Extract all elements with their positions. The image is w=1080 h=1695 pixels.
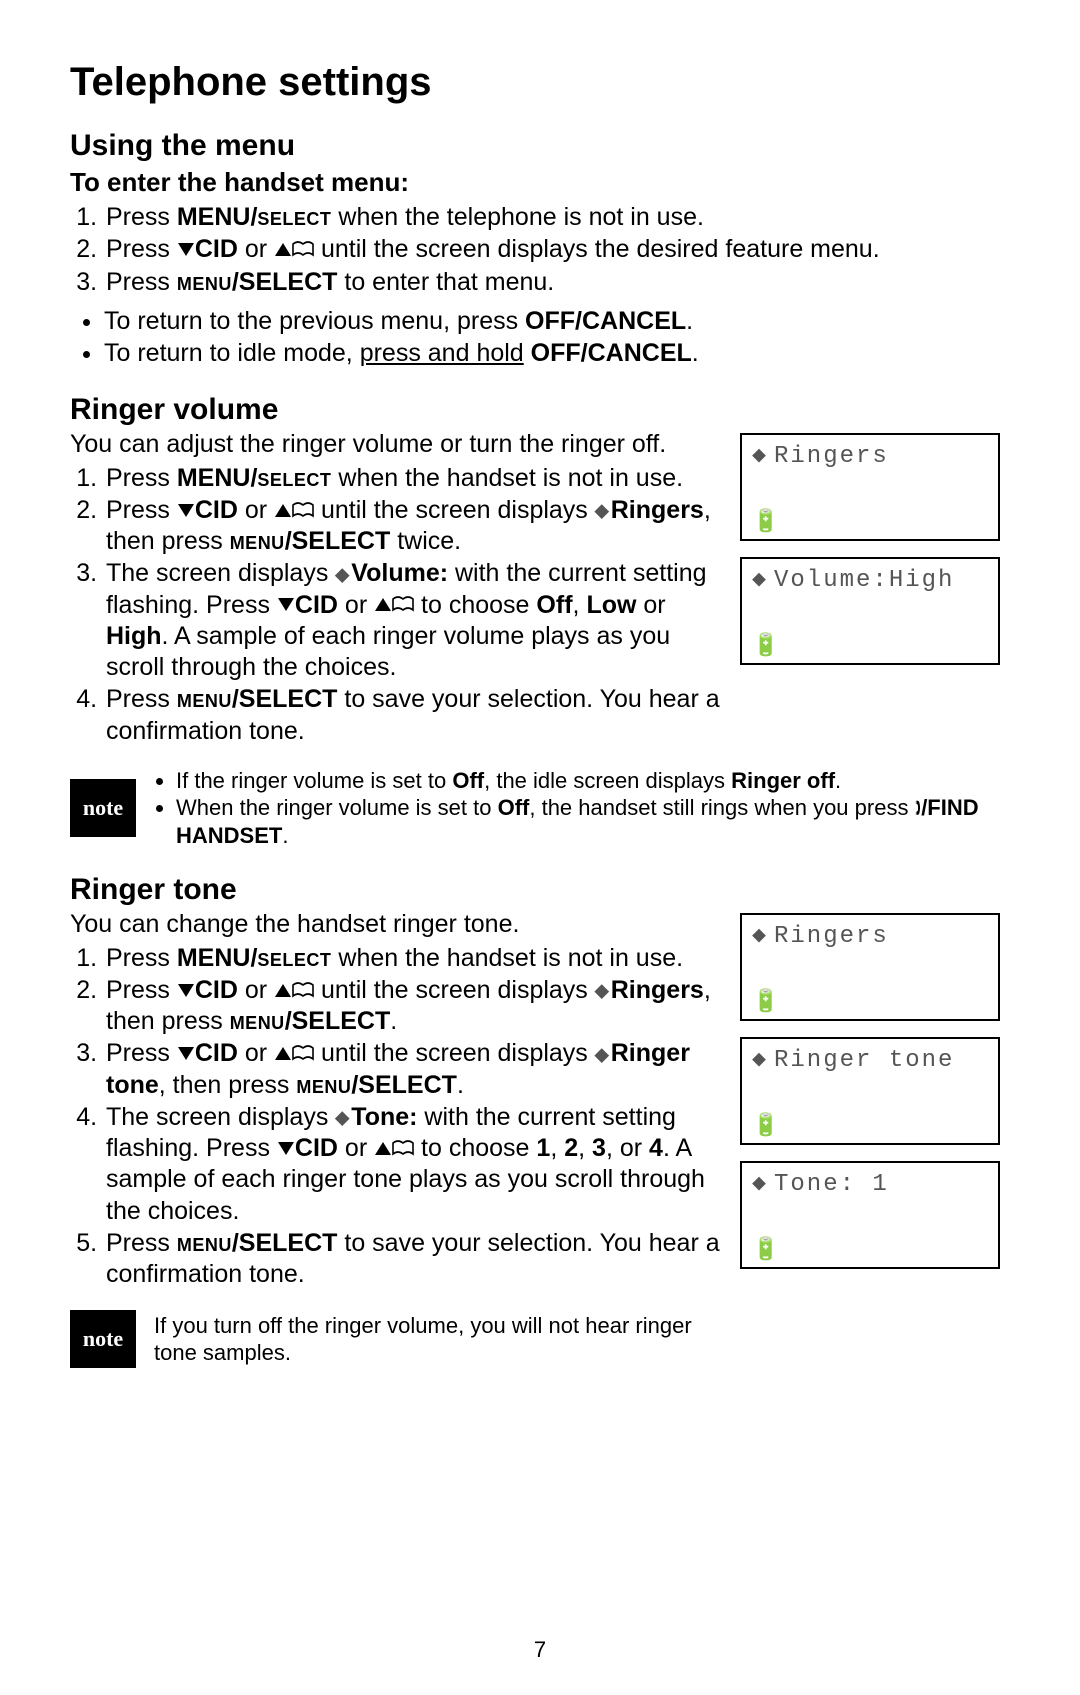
list-item: Press MENU/select when the telephone is …	[104, 202, 1010, 233]
list-item: Press menu/SELECT to save your selection…	[104, 684, 720, 747]
phonebook-icon	[292, 241, 314, 257]
lcd-text: Ringers	[774, 443, 889, 470]
list-item: The screen displays ⬥Volume: with the cu…	[104, 558, 720, 683]
list-item: To return to idle mode, press and hold O…	[104, 338, 1010, 369]
heading-ringer-volume: Ringer volume	[70, 393, 1010, 427]
battery-icon: 🔋	[752, 989, 781, 1015]
lcd-screen-volume: ⬥Volume:High 🔋	[740, 557, 1000, 665]
note-text: If you turn off the ringer volume, you w…	[154, 1312, 714, 1367]
list-item: Press menu/SELECT to enter that menu.	[104, 267, 1010, 298]
note-ringer-volume: note If the ringer volume is set to Off,…	[70, 767, 1010, 850]
lcd-text: Tone: 1	[774, 1171, 889, 1198]
lcd-text: Volume:High	[774, 567, 954, 594]
lcd-screen-ringers: ⬥Ringers 🔋	[740, 913, 1000, 1021]
page-number: 7	[0, 1637, 1080, 1663]
up-arrow-icon	[375, 1142, 391, 1155]
list-item: Press MENU/select when the handset is no…	[104, 943, 720, 974]
phonebook-icon	[292, 502, 314, 518]
heading-using-menu: Using the menu	[70, 129, 1010, 163]
note-item: When the ringer volume is set to Off, th…	[176, 794, 1010, 849]
up-arrow-icon	[275, 243, 291, 256]
ringer-volume-intro: You can adjust the ringer volume or turn…	[70, 429, 720, 460]
list-item: Press MENU/select when the handset is no…	[104, 463, 720, 494]
page-title: Telephone settings	[70, 60, 1010, 105]
battery-icon: 🔋	[752, 509, 781, 535]
lcd-screen-tone: ⬥Tone: 1 🔋	[740, 1161, 1000, 1269]
manual-page: Telephone settings Using the menu To ent…	[0, 0, 1080, 1695]
using-menu-bullets: To return to the previous menu, press OF…	[70, 306, 1010, 370]
phonebook-icon	[392, 1140, 414, 1156]
subheading-enter-menu: To enter the handset menu:	[70, 167, 1010, 198]
up-arrow-icon	[375, 598, 391, 611]
note-label: note	[70, 779, 136, 837]
note-label: note	[70, 1310, 136, 1368]
heading-ringer-tone: Ringer tone	[70, 873, 1010, 907]
list-item: Press CID or until the screen displays ⬥…	[104, 1038, 720, 1101]
list-item: Press CID or until the screen displays ⬥…	[104, 975, 720, 1038]
down-arrow-icon	[178, 984, 194, 997]
down-arrow-icon	[178, 1047, 194, 1060]
up-arrow-icon	[275, 1047, 291, 1060]
list-item: The screen displays ⬥Tone: with the curr…	[104, 1102, 720, 1227]
battery-icon: 🔋	[752, 1113, 781, 1139]
phonebook-icon	[292, 982, 314, 998]
lcd-screen-ringers: ⬥Ringers 🔋	[740, 433, 1000, 541]
lcd-text: Ringers	[774, 923, 889, 950]
up-arrow-icon	[275, 504, 291, 517]
ringer-volume-steps: Press MENU/select when the handset is no…	[70, 463, 720, 747]
down-arrow-icon	[278, 598, 294, 611]
up-arrow-icon	[275, 984, 291, 997]
list-item: To return to the previous menu, press OF…	[104, 306, 1010, 337]
phonebook-icon	[392, 596, 414, 612]
note-item: If the ringer volume is set to Off, the …	[176, 767, 1010, 795]
list-item: Press CID or until the screen displays ⬥…	[104, 495, 720, 558]
list-item: Press CID or until the screen displays t…	[104, 234, 1010, 265]
battery-icon: 🔋	[752, 633, 781, 659]
ringer-tone-intro: You can change the handset ringer tone.	[70, 909, 720, 940]
list-item: Press menu/SELECT to save your selection…	[104, 1228, 720, 1291]
down-arrow-icon	[278, 1142, 294, 1155]
lcd-screen-ringer-tone: ⬥Ringer tone 🔋	[740, 1037, 1000, 1145]
note-ringer-tone: note If you turn off the ringer volume, …	[70, 1310, 1010, 1368]
battery-icon: 🔋	[752, 1237, 781, 1263]
down-arrow-icon	[178, 243, 194, 256]
phonebook-icon	[292, 1045, 314, 1061]
lcd-text: Ringer tone	[774, 1047, 954, 1074]
using-menu-steps: Press MENU/select when the telephone is …	[70, 202, 1010, 298]
ringer-tone-steps: Press MENU/select when the handset is no…	[70, 943, 720, 1291]
down-arrow-icon	[178, 504, 194, 517]
